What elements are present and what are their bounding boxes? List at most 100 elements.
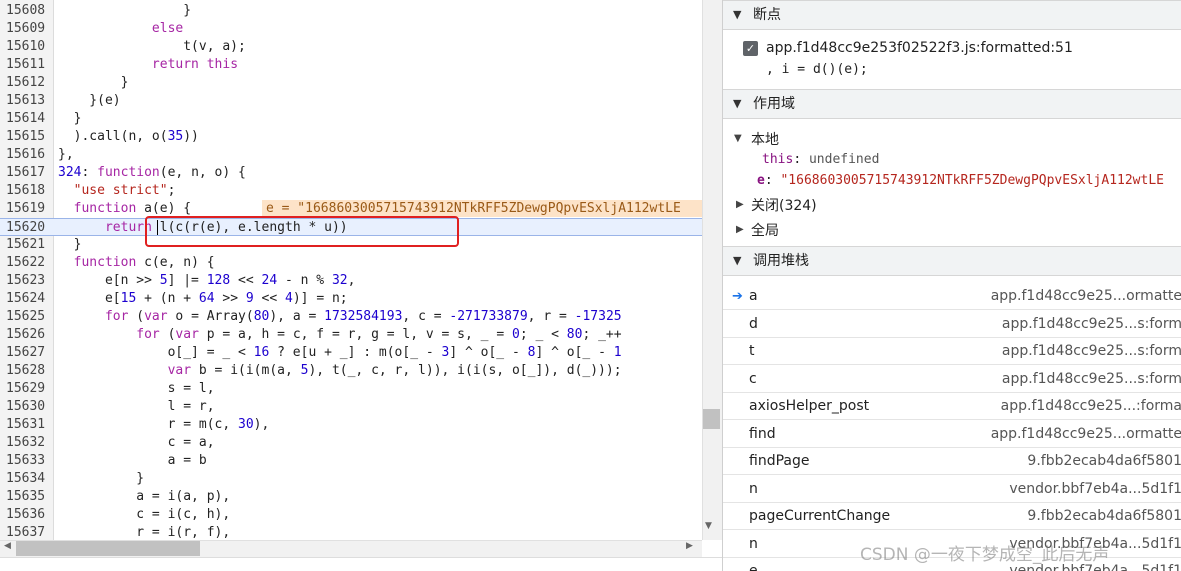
breakpoint-checkbox[interactable]: ✓ [743, 41, 758, 56]
callstack-frame[interactable]: findPage 9.fbb2ecab4da6f5801 [723, 448, 1181, 475]
frame-location-link[interactable]: app.f1d48cc9e25...s:form [1002, 311, 1181, 338]
code-line[interactable]: 15633 a = b [0, 452, 702, 470]
code-line[interactable]: 15635 a = i(a, p), [0, 488, 702, 506]
callstack-frame[interactable]: t app.f1d48cc9e25...s:form [723, 338, 1181, 365]
code-text[interactable]: a = i(a, p), [58, 488, 230, 506]
code-line[interactable]: 15611 return this [0, 56, 702, 74]
callstack-frame[interactable]: c app.f1d48cc9e25...s:form [723, 366, 1181, 393]
code-editor[interactable]: 15608 } 15609 else 15610 t(v, a); 15611 ret… [0, 0, 722, 571]
scroll-right-arrow-icon[interactable]: ▶ [686, 541, 693, 551]
line-number[interactable]: 15625 [6, 308, 50, 326]
code-text[interactable]: o[_] = _ < 16 ? e[u + _] : m(o[_ - 3] ^ … [58, 344, 622, 362]
code-line[interactable]: 15610 t(v, a); [0, 38, 702, 56]
line-number[interactable]: 15633 [6, 452, 50, 470]
code-text[interactable]: }(e) [58, 92, 120, 110]
code-text[interactable]: for (var o = Array(80), a = 1732584193, … [58, 308, 622, 326]
frame-location-link[interactable]: app.f1d48cc9e25...ormatte [991, 421, 1181, 448]
code-line[interactable]: 15608 } [0, 2, 702, 20]
code-line[interactable]: 15622 function c(e, n) { [0, 254, 702, 272]
code-text[interactable]: } [58, 236, 82, 254]
line-number[interactable]: 15611 [6, 56, 50, 74]
line-number[interactable]: 15608 [6, 2, 50, 20]
scope-section-header[interactable]: ▼ 作用域 [723, 89, 1181, 119]
code-line[interactable]: 15616}, [0, 146, 702, 164]
collapse-triangle-icon[interactable]: ▼ [733, 1, 741, 29]
scroll-down-arrow-icon[interactable]: ▼ [705, 521, 712, 531]
expand-right-triangle-icon[interactable]: ▶ [736, 224, 744, 235]
callstack-frame[interactable]: pageCurrentChange 9.fbb2ecab4da6f5801 [723, 503, 1181, 530]
line-number[interactable]: 15620 [6, 219, 50, 237]
code-line[interactable]: 15636 c = i(c, h), [0, 506, 702, 524]
code-text[interactable]: return this [58, 56, 238, 74]
code-text[interactable]: c = a, [58, 434, 215, 452]
line-number[interactable]: 15632 [6, 434, 50, 452]
code-line[interactable]: 15631 r = m(c, 30), [0, 416, 702, 434]
collapse-triangle-icon[interactable]: ▼ [733, 247, 741, 275]
line-number[interactable]: 15627 [6, 344, 50, 362]
collapse-triangle-icon[interactable]: ▼ [733, 90, 741, 118]
code-text[interactable]: l = r, [58, 398, 215, 416]
callstack-frame[interactable]: ➔ a app.f1d48cc9e25...ormatte [723, 283, 1181, 310]
code-line[interactable]: 15630 l = r, [0, 398, 702, 416]
frame-location-link[interactable]: app.f1d48cc9e25...s:form [1002, 338, 1181, 365]
frame-location-link[interactable]: app.f1d48cc9e25...:forma [1001, 393, 1181, 420]
code-line[interactable]: 15618 "use strict"; [0, 182, 702, 200]
scope-closure-label[interactable]: 关闭(324) [751, 195, 817, 215]
line-number[interactable]: 15629 [6, 380, 50, 398]
code-line[interactable]: 15625 for (var o = Array(80), a = 173258… [0, 308, 702, 326]
line-number[interactable]: 15631 [6, 416, 50, 434]
line-number[interactable]: 15614 [6, 110, 50, 128]
code-text[interactable]: function c(e, n) { [58, 254, 215, 272]
code-area[interactable]: 15608 } 15609 else 15610 t(v, a); 15611 ret… [0, 0, 702, 540]
code-text[interactable]: t(v, a); [58, 38, 246, 56]
vertical-scrollbar-thumb[interactable] [703, 409, 720, 429]
line-number[interactable]: 15615 [6, 128, 50, 146]
frame-location-link[interactable]: vendor.bbf7eb4a...5d1f1 [1009, 476, 1181, 503]
callstack-frame[interactable]: d app.f1d48cc9e25...s:form [723, 311, 1181, 338]
code-text[interactable]: s = l, [58, 380, 215, 398]
code-text[interactable]: 324: function(e, n, o) { [58, 164, 246, 182]
code-text[interactable]: c = i(c, h), [58, 506, 230, 524]
code-line[interactable]: 15632 c = a, [0, 434, 702, 452]
code-line[interactable]: 15615 ).call(n, o(35)) [0, 128, 702, 146]
code-text[interactable]: e[n >> 5] |= 128 << 24 - n % 32, [58, 272, 356, 290]
code-text[interactable]: e[15 + (n + 64 >> 9 << 4)] = n; [58, 290, 348, 308]
code-line[interactable]: 15612 } [0, 74, 702, 92]
code-line[interactable]: 15629 s = l, [0, 380, 702, 398]
code-line[interactable]: 15626 for (var p = a, h = c, f = r, g = … [0, 326, 702, 344]
line-number[interactable]: 15610 [6, 38, 50, 56]
code-line[interactable]: 15613 }(e) [0, 92, 702, 110]
code-text[interactable]: var b = i(i(m(a, 5), t(_, c, r, l)), i(i… [58, 362, 622, 380]
code-line[interactable]: 15628 var b = i(i(m(a, 5), t(_, c, r, l)… [0, 362, 702, 380]
line-number[interactable]: 15630 [6, 398, 50, 416]
line-number[interactable]: 15636 [6, 506, 50, 524]
line-number[interactable]: 15612 [6, 74, 50, 92]
vertical-scrollbar[interactable] [702, 0, 722, 540]
callstack-frame[interactable]: n vendor.bbf7eb4a...5d1f1 [723, 476, 1181, 503]
frame-location-link[interactable]: app.f1d48cc9e25...s:form [1002, 366, 1181, 393]
code-text[interactable]: ).call(n, o(35)) [58, 128, 199, 146]
scroll-left-arrow-icon[interactable]: ◀ [4, 541, 11, 551]
code-line[interactable]: 15609 else [0, 20, 702, 38]
code-text[interactable]: } [58, 2, 191, 20]
callstack-section-header[interactable]: ▼ 调用堆栈 [723, 246, 1181, 276]
line-number[interactable]: 15618 [6, 182, 50, 200]
horizontal-scrollbar-thumb[interactable] [16, 541, 200, 556]
code-line[interactable]: 15617 324: function(e, n, o) { [0, 164, 702, 182]
breakpoint-file-label[interactable]: app.f1d48cc9e253f02522f3.js:formatted:51 [766, 40, 1073, 56]
line-number[interactable]: 15622 [6, 254, 50, 272]
code-line[interactable]: 15637 r = i(r, f), [0, 524, 702, 540]
code-text[interactable]: for (var p = a, h = c, f = r, g = l, v =… [58, 326, 621, 344]
code-line[interactable]: 15627 o[_] = _ < 16 ? e[u + _] : m(o[_ -… [0, 344, 702, 362]
line-number[interactable]: 15613 [6, 92, 50, 110]
line-number[interactable]: 15635 [6, 488, 50, 506]
code-line[interactable]: 15624 e[15 + (n + 64 >> 9 << 4)] = n; [0, 290, 702, 308]
code-text[interactable]: }, [58, 146, 74, 164]
code-line[interactable]: 15614 } [0, 110, 702, 128]
line-number[interactable]: 15619 [6, 200, 50, 218]
callstack-frame[interactable]: axiosHelper_post app.f1d48cc9e25...:forma [723, 393, 1181, 420]
line-number[interactable]: 15628 [6, 362, 50, 380]
code-text[interactable]: r = i(r, f), [58, 524, 230, 540]
code-line[interactable]: 15634 } [0, 470, 702, 488]
line-number[interactable]: 15626 [6, 326, 50, 344]
